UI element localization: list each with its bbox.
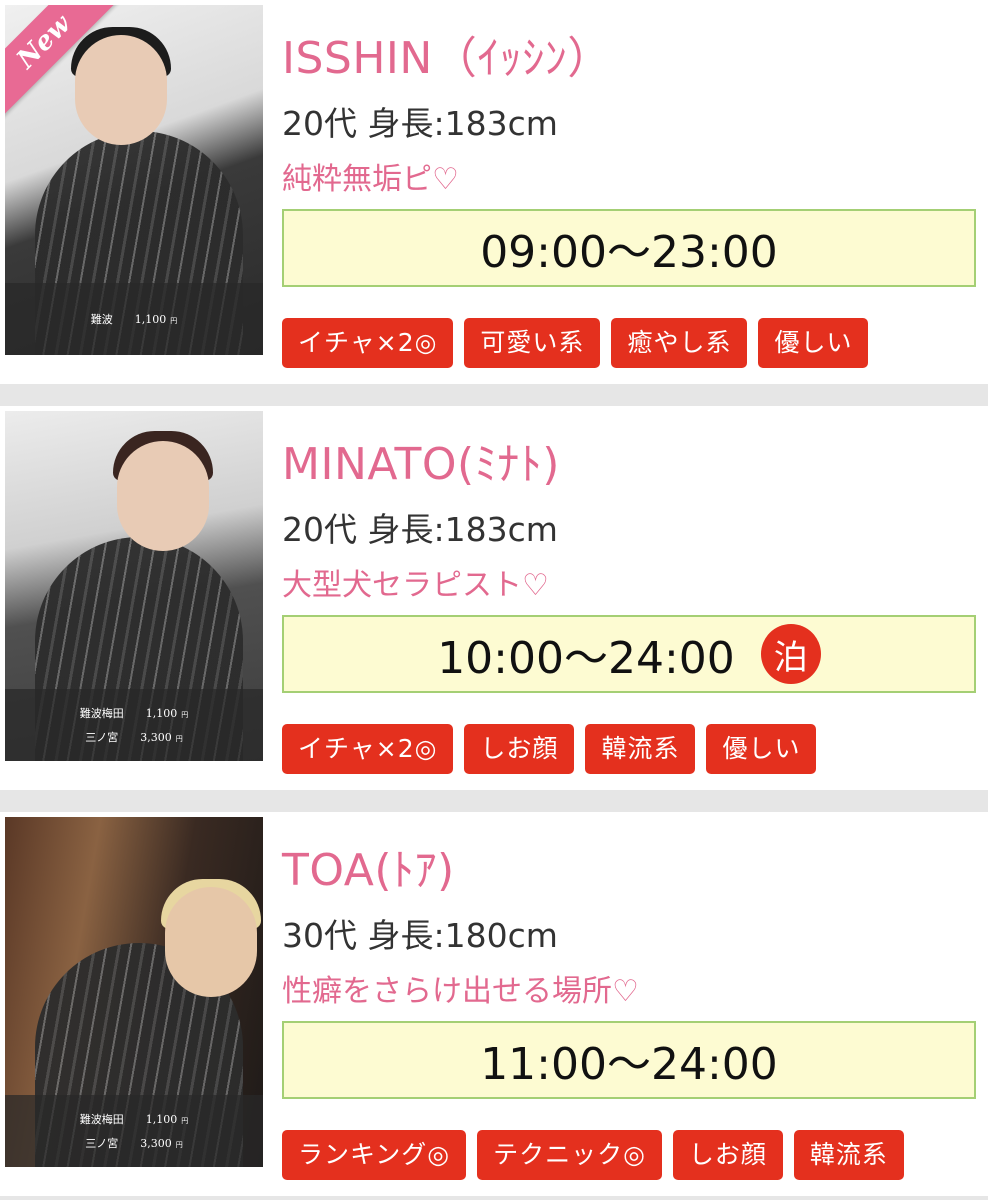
face-shape xyxy=(75,35,167,145)
tag-list: イチャ×2◎ 可愛い系 癒やし系 優しい xyxy=(282,318,869,368)
price-area: 三ノ宮 xyxy=(85,731,119,744)
price-value: 1,100 xyxy=(134,313,167,326)
price-row: 難波梅田 1,100 円 xyxy=(80,705,189,721)
tag: 韓流系 xyxy=(585,724,696,774)
therapist-photo[interactable]: New 難波 1,100 円 xyxy=(5,5,263,355)
price-unit: 円 xyxy=(175,1141,183,1149)
price-area: 難波 xyxy=(90,313,113,326)
therapist-card[interactable]: 難波梅田 1,100 円 三ノ宮 3,300 円 TOA(ﾄｱ) 30代 身長:18… xyxy=(0,812,988,1196)
therapist-name[interactable]: ISSHIN（ｲｯｼﾝ） xyxy=(282,22,612,86)
therapist-photo[interactable]: 難波梅田 1,100 円 三ノ宮 3,300 円 xyxy=(5,817,263,1167)
price-unit: 円 xyxy=(175,735,183,743)
tag-list: イチャ×2◎ しお顔 韓流系 優しい xyxy=(282,724,817,774)
tag: イチャ×2◎ xyxy=(282,724,454,774)
schedule-box: 11:00〜24:00 xyxy=(282,1021,976,1099)
price-band: 難波梅田 1,100 円 三ノ宮 3,300 円 xyxy=(5,689,263,761)
tag-list: ランキング◎ テクニック◎ しお顔 韓流系 xyxy=(282,1130,904,1180)
tag: ランキング◎ xyxy=(282,1130,467,1180)
tag: しお顔 xyxy=(672,1130,783,1180)
therapist-name[interactable]: MINATO(ﾐﾅﾄ) xyxy=(282,428,560,492)
tag: 可愛い系 xyxy=(464,318,601,368)
price-unit: 円 xyxy=(181,1117,189,1125)
tag: しお顔 xyxy=(464,724,575,774)
catchphrase: 性癖をさらけ出せる場所♡ xyxy=(282,974,639,1009)
catchphrase: 大型犬セラピスト♡ xyxy=(282,568,549,603)
price-unit: 円 xyxy=(181,711,189,719)
stay-icon: 泊 xyxy=(760,624,821,684)
price-band: 難波梅田 1,100 円 三ノ宮 3,300 円 xyxy=(5,1095,263,1167)
price-row: 三ノ宮 3,300 円 xyxy=(85,729,183,745)
price-band: 難波 1,100 円 xyxy=(5,283,263,355)
catchphrase: 純粋無垢ピ♡ xyxy=(282,162,459,197)
schedule-box: 10:00〜24:00 泊 xyxy=(282,615,976,693)
tag: 優しい xyxy=(706,724,817,774)
tag: 韓流系 xyxy=(793,1130,904,1180)
schedule-box: 09:00〜23:00 xyxy=(282,209,976,287)
age-height: 20代 身長:183cm xyxy=(282,104,558,143)
price-row: 難波梅田 1,100 円 xyxy=(80,1111,189,1127)
price-value: 3,300 xyxy=(140,731,172,744)
tag: テクニック◎ xyxy=(477,1130,662,1180)
schedule-time: 09:00〜23:00 xyxy=(480,227,778,278)
price-row: 三ノ宮 3,300 円 xyxy=(85,1135,183,1151)
therapist-photo[interactable]: 難波梅田 1,100 円 三ノ宮 3,300 円 xyxy=(5,411,263,761)
schedule-time: 10:00〜24:00 xyxy=(437,633,735,684)
therapist-card[interactable]: New 難波 1,100 円 ISSHIN（ｲｯｼﾝ） 20代 身長:183cm … xyxy=(0,0,988,384)
tag: イチャ×2◎ xyxy=(282,318,454,368)
face-shape xyxy=(117,441,209,551)
price-area: 三ノ宮 xyxy=(85,1137,119,1150)
tag: 優しい xyxy=(758,318,869,368)
schedule-time: 11:00〜24:00 xyxy=(480,1039,778,1090)
price-area: 難波梅田 xyxy=(79,1113,124,1126)
therapist-list: New 難波 1,100 円 ISSHIN（ｲｯｼﾝ） 20代 身長:183cm … xyxy=(0,0,988,1200)
face-shape xyxy=(165,887,257,997)
price-unit: 円 xyxy=(170,317,178,325)
therapist-name[interactable]: TOA(ﾄｱ) xyxy=(282,834,455,898)
price-area: 難波梅田 xyxy=(79,707,124,720)
age-height: 30代 身長:180cm xyxy=(282,916,558,955)
price-value: 1,100 xyxy=(145,707,178,720)
tag: 癒やし系 xyxy=(611,318,748,368)
price-value: 1,100 xyxy=(145,1113,178,1126)
therapist-card[interactable]: 難波梅田 1,100 円 三ノ宮 3,300 円 MINATO(ﾐﾅﾄ) 20代 身… xyxy=(0,406,988,790)
age-height: 20代 身長:183cm xyxy=(282,510,558,549)
price-value: 3,300 xyxy=(140,1137,172,1150)
price-row: 難波 1,100 円 xyxy=(91,311,178,327)
